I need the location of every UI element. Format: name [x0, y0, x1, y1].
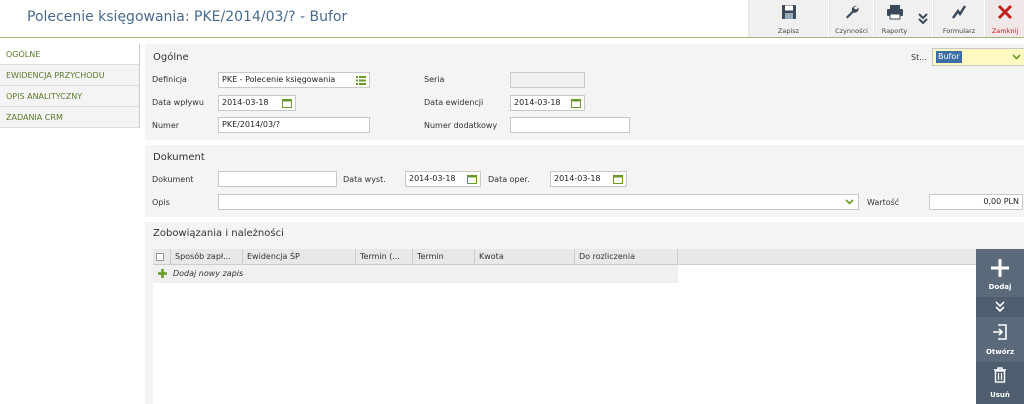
- add-label: Dodaj: [988, 283, 1012, 291]
- plus-icon: [158, 269, 167, 278]
- main-panel: Ogólne St... Bufor Definicja PKE - Polec…: [145, 44, 1024, 404]
- calendar-icon[interactable]: [613, 174, 623, 184]
- add-new-record-row[interactable]: Dodaj nowy zapis: [153, 265, 678, 283]
- issue-date-label: Data wyst.: [343, 175, 386, 184]
- add-new-record-label: Dodaj nowy zapis: [173, 269, 244, 278]
- number-label: Numer: [152, 121, 180, 130]
- column-header-amount[interactable]: Kwota: [475, 249, 575, 265]
- save-icon: [749, 4, 828, 22]
- add-button[interactable]: Dodaj: [976, 249, 1024, 297]
- issue-date-field[interactable]: 2014-03-18: [405, 171, 481, 187]
- description-label: Opis: [152, 198, 170, 207]
- calendar-icon[interactable]: [571, 98, 581, 108]
- liabilities-grid: Sposób zapł... Ewidencja ŚP Termin (... …: [153, 249, 977, 404]
- document-label: Dokument: [152, 175, 194, 184]
- trash-icon: [994, 367, 1006, 383]
- chevron-down-icon: [1012, 54, 1021, 60]
- document-field[interactable]: [218, 171, 337, 187]
- column-header-to-settle[interactable]: Do rozliczenia: [575, 249, 678, 265]
- open-button[interactable]: Otwórz: [976, 319, 1024, 361]
- series-label: Seria: [424, 75, 445, 84]
- nav-item-crm-tasks[interactable]: ZADANIA CRM: [0, 107, 139, 128]
- extra-number-field[interactable]: [510, 117, 630, 133]
- more-toolbar-button[interactable]: [914, 0, 932, 37]
- op-date-value: 2014-03-18: [554, 174, 601, 183]
- form-button[interactable]: Formularz: [933, 0, 984, 37]
- liabilities-section-title: Zobowiązania i należności: [153, 228, 284, 239]
- status-select[interactable]: Bufor: [932, 48, 1024, 66]
- column-header-payment-method[interactable]: Sposób zapł...: [171, 249, 243, 265]
- left-nav: OGÓLNE EWIDENCJA PRZYCHODU OPIS ANALITYC…: [0, 44, 140, 128]
- reports-label: Raporty: [881, 27, 908, 35]
- window-title: Polecenie księgowania: PKE/2014/03/? - B…: [27, 9, 348, 25]
- plus-icon: [991, 259, 1009, 277]
- nav-item-general[interactable]: OGÓLNE: [0, 44, 139, 65]
- close-label: Zamknij: [991, 27, 1019, 35]
- op-date-label: Data oper.: [488, 175, 530, 184]
- document-section-title: Dokument: [153, 152, 205, 163]
- column-header-due-term[interactable]: Termin (...: [356, 249, 413, 265]
- nav-item-revenue-register[interactable]: EWIDENCJA PRZYCHODU: [0, 65, 139, 86]
- status-value: Bufor: [936, 51, 962, 63]
- select-all-checkbox[interactable]: [156, 252, 164, 261]
- chevron-down-icon: [845, 199, 854, 205]
- delete-label: Usuń: [990, 391, 1010, 399]
- column-header-term[interactable]: Termin: [413, 249, 475, 265]
- nav-item-analytic-description[interactable]: OPIS ANALITYCZNY: [0, 86, 139, 107]
- double-chevron-down-icon: [918, 12, 928, 24]
- wrench-icon: [830, 4, 873, 22]
- printer-icon: [875, 4, 914, 22]
- calendar-icon[interactable]: [282, 98, 292, 108]
- delete-button[interactable]: Usuń: [976, 362, 1024, 404]
- op-date-field[interactable]: 2014-03-18: [550, 171, 627, 187]
- calendar-icon[interactable]: [467, 174, 477, 184]
- save-button[interactable]: Zapisz: [748, 0, 828, 37]
- extra-number-label: Numer dodatkowy: [424, 121, 498, 130]
- open-icon: [993, 324, 1007, 340]
- record-date-label: Data ewidencji: [424, 98, 484, 107]
- series-field: [510, 72, 585, 88]
- issue-date-value: 2014-03-18: [409, 174, 456, 183]
- expand-button[interactable]: [976, 297, 1024, 317]
- number-field[interactable]: PKE/2014/03/?: [218, 117, 370, 133]
- double-chevron-down-icon: [995, 301, 1005, 313]
- amount-field[interactable]: 0,00 PLN: [929, 194, 1023, 210]
- save-label: Zapisz: [777, 27, 800, 35]
- form-label: Formularz: [942, 27, 976, 35]
- actions-label: Czynności: [835, 27, 868, 35]
- close-icon: [986, 4, 1024, 22]
- amount-label: Wartość: [867, 198, 900, 207]
- actions-button[interactable]: Czynności: [829, 0, 873, 37]
- definition-value: PKE - Polecenie księgowania: [222, 75, 336, 84]
- side-action-panel: Dodaj Otwórz Usuń: [976, 249, 1024, 404]
- receipt-date-field[interactable]: 2014-03-18: [218, 95, 296, 111]
- lightning-icon: [934, 4, 984, 22]
- definition-field[interactable]: PKE - Polecenie księgowania: [218, 72, 370, 88]
- close-button[interactable]: Zamknij: [985, 0, 1024, 37]
- definition-label: Definicja: [152, 75, 187, 84]
- column-header-cash-register[interactable]: Ewidencja ŚP: [243, 249, 356, 265]
- receipt-date-label: Data wpływu: [152, 98, 204, 107]
- section-divider: [145, 140, 1024, 145]
- record-date-field[interactable]: 2014-03-18: [510, 95, 585, 111]
- select-all-checkbox-cell[interactable]: [153, 249, 171, 265]
- grid-header: Sposób zapł... Ewidencja ŚP Termin (... …: [153, 249, 977, 265]
- window-header: Polecenie księgowania: PKE/2014/03/? - B…: [0, 0, 1024, 38]
- open-label: Otwórz: [985, 348, 1015, 356]
- receipt-date-value: 2014-03-18: [222, 98, 269, 107]
- description-field[interactable]: [218, 194, 859, 210]
- general-section-title: Ogólne: [153, 52, 189, 63]
- list-icon[interactable]: [356, 75, 366, 85]
- status-label: St...: [911, 53, 927, 62]
- record-date-value: 2014-03-18: [514, 98, 561, 107]
- reports-button[interactable]: Raporty: [874, 0, 914, 37]
- section-divider: [145, 217, 1024, 222]
